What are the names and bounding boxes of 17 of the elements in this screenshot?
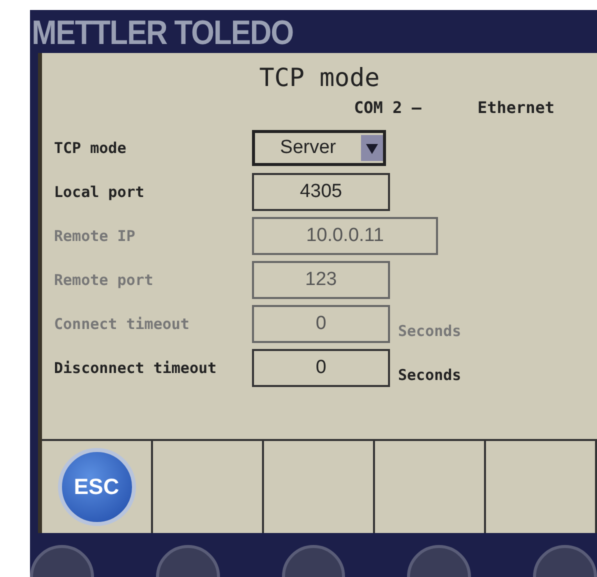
esc-button[interactable]: ESC xyxy=(58,448,136,526)
field-label: Remote IP xyxy=(54,227,136,245)
brand-logo: METTLER TOLEDO xyxy=(30,13,294,53)
softkey[interactable]: ESC xyxy=(42,441,153,533)
input-field[interactable]: 0 xyxy=(252,349,390,387)
mode-dropdown[interactable]: Server xyxy=(252,130,386,166)
interface-label: Ethernet xyxy=(477,98,554,117)
field-label: Disconnect timeout xyxy=(54,359,218,377)
screen-title: TCP mode xyxy=(258,62,381,94)
unit-label: Seconds xyxy=(398,366,462,384)
field-label: Local port xyxy=(54,183,146,201)
port-label: COM 2 – xyxy=(354,98,422,117)
field-label: TCP mode xyxy=(54,139,128,157)
field-label: Connect timeout xyxy=(54,315,190,333)
unit-label: Seconds xyxy=(398,322,462,340)
field-label: Remote port xyxy=(54,271,154,289)
input-field[interactable]: 4305 xyxy=(252,173,390,211)
